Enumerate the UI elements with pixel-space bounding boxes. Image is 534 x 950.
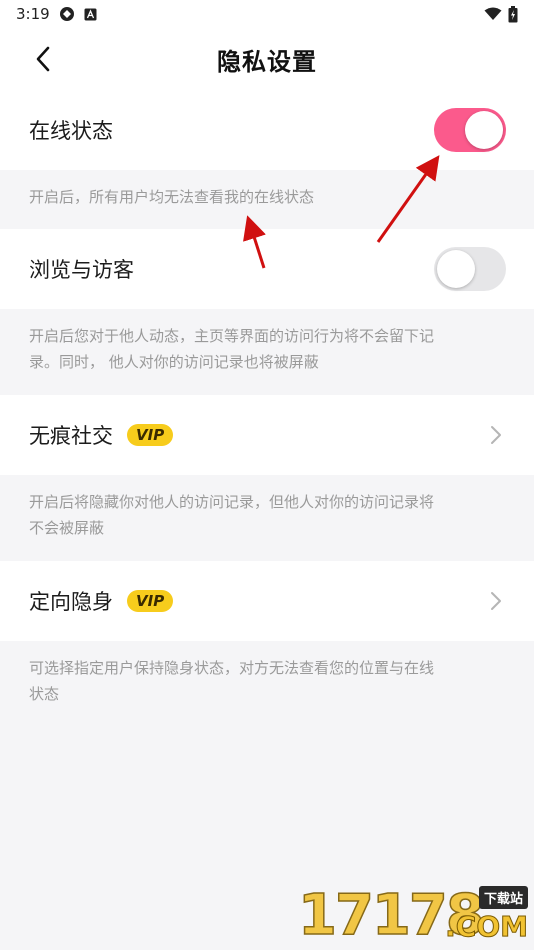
setting-invisible-social[interactable]: 无痕社交 VIP (0, 395, 534, 475)
setting-label: 在线状态 (29, 119, 113, 143)
chevron-right-icon (486, 423, 506, 447)
setting-description: 开启后您对于他人动态，主页等界面的访问行为将不会留下记 录。同时， 他人对你的访… (0, 309, 534, 395)
setting-description: 开启后，所有用户均无法查看我的在线状态 (0, 170, 534, 229)
setting-label: 浏览与访客 (29, 258, 134, 282)
setting-browse-visitors: 浏览与访客 (0, 229, 534, 309)
watermark-logo: 17178 下载站 .COM (297, 882, 529, 947)
page-title: 隐私设置 (217, 47, 317, 76)
toggle-knob (437, 250, 475, 288)
app-a-icon (84, 8, 97, 20)
setting-description: 可选择指定用户保持隐身状态，对方无法查看您的位置与在线 状态 (0, 641, 534, 727)
setting-online-status: 在线状态 (0, 90, 534, 170)
sync-icon (59, 7, 74, 21)
back-button[interactable] (28, 42, 58, 76)
online-status-toggle[interactable] (434, 108, 506, 152)
browse-visitors-toggle[interactable] (434, 247, 506, 291)
description-line: 可选择指定用户保持隐身状态，对方无法查看您的位置与在线 (29, 659, 435, 677)
description-line: 录。同时， 他人对你的访问记录也将被屏蔽 (29, 353, 319, 371)
status-bar: 3:19 (0, 0, 534, 28)
setting-targeted-stealth[interactable]: 定向隐身 VIP (0, 561, 534, 641)
setting-description: 开启后将隐藏你对他人的访问记录，但他人对你的访问记录将 不会被屏蔽 (0, 475, 534, 561)
setting-label: 定向隐身 (29, 590, 113, 614)
description-line: 开启后，所有用户均无法查看我的在线状态 (29, 188, 315, 206)
toggle-knob (465, 111, 503, 149)
chevron-right-icon (486, 589, 506, 613)
vip-badge: VIP (127, 424, 174, 446)
chevron-left-icon (36, 46, 50, 72)
vip-badge: VIP (127, 590, 174, 612)
setting-label: 无痕社交 (29, 424, 113, 448)
description-line: 开启后将隐藏你对他人的访问记录，但他人对你的访问记录将 (29, 493, 435, 511)
description-line: 不会被屏蔽 (29, 519, 105, 537)
wifi-icon (484, 7, 502, 20)
description-line: 状态 (29, 685, 60, 703)
description-line: 开启后您对于他人动态，主页等界面的访问行为将不会留下记 (29, 327, 435, 345)
nav-bar: 隐私设置 (0, 28, 534, 90)
status-time: 3:19 (16, 5, 50, 23)
watermark-domain: .COM (445, 910, 529, 943)
watermark-site: 下载站 (478, 886, 528, 909)
battery-icon (508, 5, 518, 22)
